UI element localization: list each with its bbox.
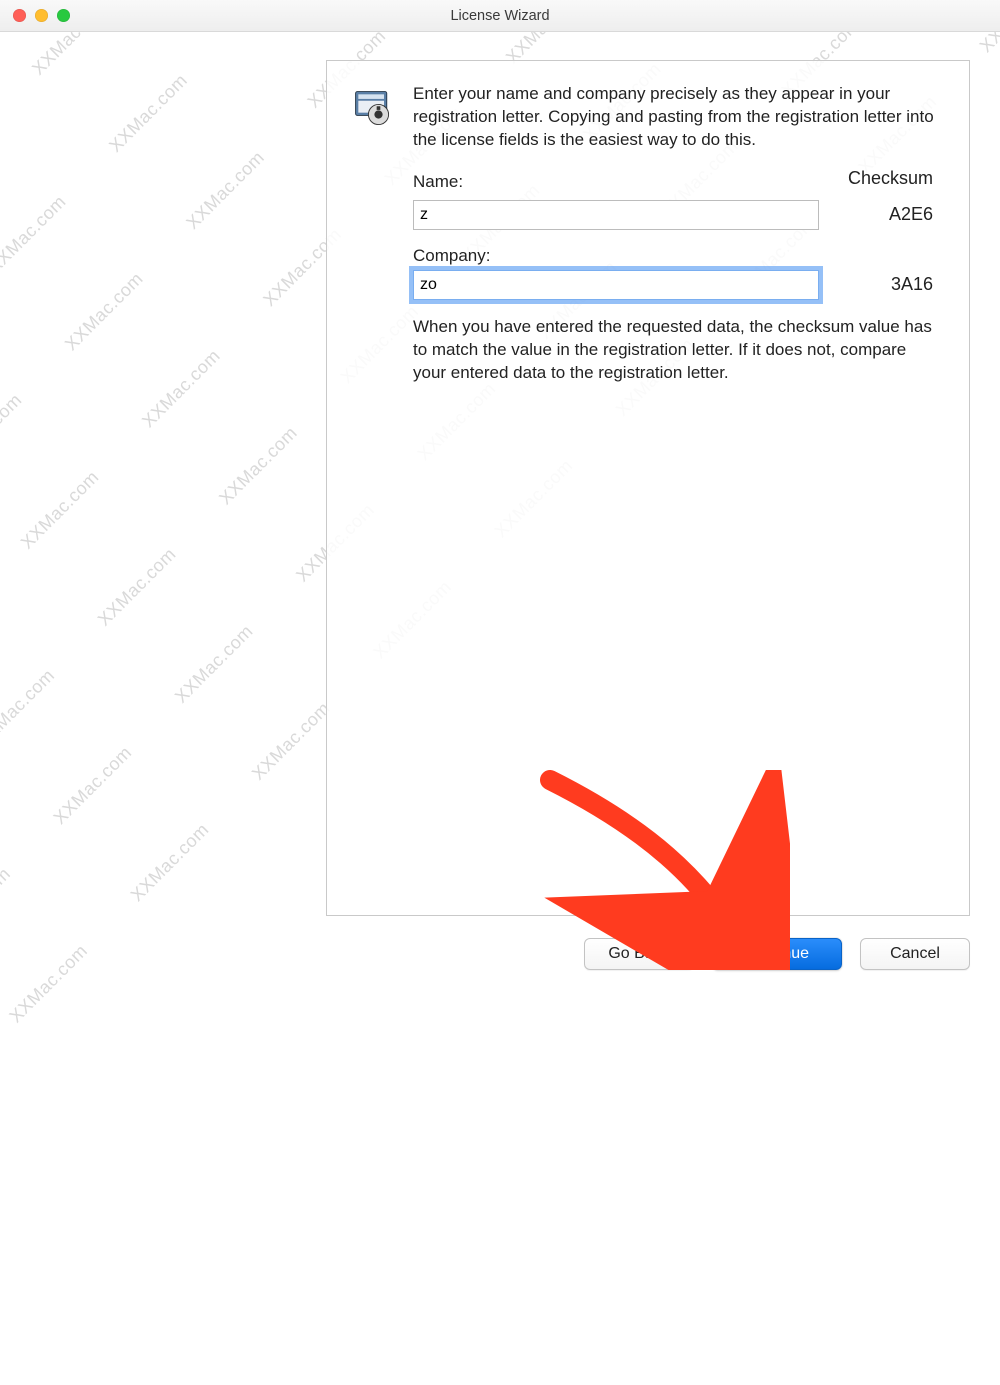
- continue-button[interactable]: Continue: [712, 938, 842, 970]
- company-checksum: 3A16: [819, 274, 939, 295]
- wizard-buttons: Go Back Continue Cancel: [326, 938, 970, 970]
- company-label: Company:: [413, 246, 939, 266]
- intro-text: Enter your name and company precisely as…: [413, 83, 939, 152]
- window-title: License Wizard: [0, 8, 1000, 24]
- cancel-button[interactable]: Cancel: [860, 938, 970, 970]
- name-label: Name:: [413, 172, 819, 192]
- checksum-header: Checksum: [819, 168, 939, 196]
- name-input[interactable]: [413, 200, 819, 230]
- name-checksum: A2E6: [819, 204, 939, 225]
- titlebar: License Wizard: [0, 0, 1000, 32]
- wizard-panel: Enter your name and company precisely as…: [326, 60, 970, 916]
- license-icon: [351, 87, 395, 131]
- company-input[interactable]: [413, 270, 819, 300]
- go-back-button[interactable]: Go Back: [584, 938, 694, 970]
- checksum-note: When you have entered the requested data…: [413, 316, 939, 385]
